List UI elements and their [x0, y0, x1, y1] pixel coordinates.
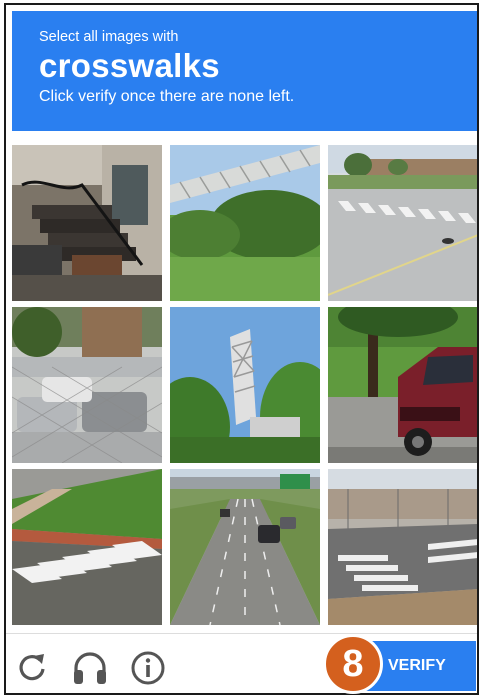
image-tile-7[interactable]	[12, 469, 162, 625]
image-tile-4[interactable]	[12, 307, 162, 463]
image-tile-3[interactable]	[328, 145, 477, 301]
step-badge: 8	[323, 634, 383, 694]
tile-image-3	[328, 145, 477, 301]
tile-image-7	[12, 469, 162, 625]
tile-image-1	[12, 145, 162, 301]
challenge-header: Select all images with crosswalks Click …	[12, 11, 477, 131]
tile-image-5	[170, 307, 320, 463]
audio-challenge-button[interactable]	[70, 648, 110, 688]
tile-image-6	[328, 307, 477, 463]
info-button[interactable]	[128, 648, 168, 688]
headphones-icon	[74, 652, 106, 684]
toolbar-divider	[6, 633, 477, 634]
tile-image-8	[170, 469, 320, 625]
info-icon	[131, 651, 165, 685]
hint-text: Click verify once there are none left.	[39, 88, 295, 105]
image-tile-5[interactable]	[170, 307, 320, 463]
image-tile-9[interactable]	[328, 469, 477, 625]
captcha-frame: Select all images with crosswalks Click …	[4, 3, 479, 695]
instruction-text: Select all images with	[39, 29, 179, 45]
target-object-text: crosswalks	[39, 47, 220, 84]
image-tile-2[interactable]	[170, 145, 320, 301]
tile-image-9	[328, 469, 477, 625]
image-tile-1[interactable]	[12, 145, 162, 301]
tile-image-4	[12, 307, 162, 463]
reload-icon	[19, 654, 45, 681]
reload-button[interactable]	[12, 648, 52, 688]
image-tile-6[interactable]	[328, 307, 477, 463]
image-tile-8[interactable]	[170, 469, 320, 625]
image-grid	[12, 145, 477, 625]
tile-image-2	[170, 145, 320, 301]
